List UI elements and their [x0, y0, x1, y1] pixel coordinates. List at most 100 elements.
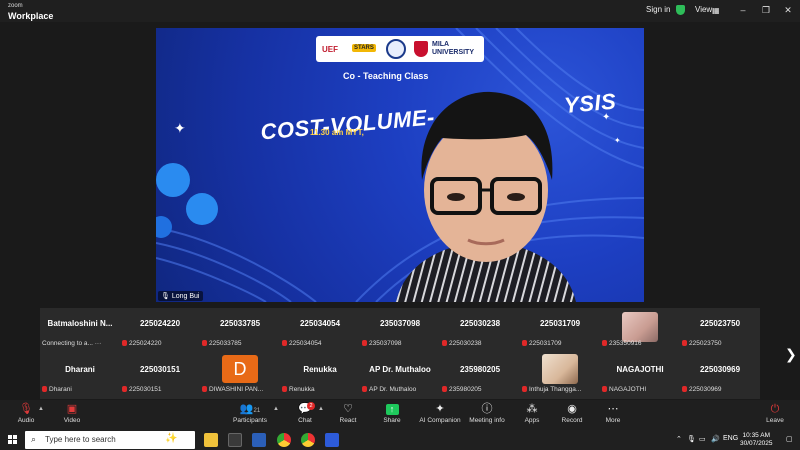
- participant-label: 235350916: [602, 340, 680, 347]
- word-icon[interactable]: [252, 433, 266, 447]
- participant-label-text: 225030151: [129, 386, 162, 393]
- participant-name: 235037098: [379, 319, 421, 328]
- participant-label: 225033785: [202, 340, 280, 347]
- participants-icon: 👥21: [239, 403, 261, 415]
- participant-label-text: Inthuja Thangga...: [529, 386, 582, 393]
- meeting-controls: 🎙 Audio ▲ ▣ Video 👥21 Participants ▲ 💬 C…: [0, 400, 800, 430]
- participant-name: Dharani: [65, 365, 95, 374]
- tray-network-icon[interactable]: ▭: [699, 435, 706, 443]
- ai-companion-button[interactable]: ✦ AI Companion: [415, 402, 465, 430]
- participant-label-text: 225024220: [129, 340, 162, 347]
- participant-label: NAGAJOTHI: [602, 386, 680, 393]
- chrome-icon[interactable]: [277, 433, 291, 447]
- tray-speaker-icon[interactable]: 🔊: [711, 435, 720, 443]
- muted-mic-icon: [282, 340, 287, 346]
- search-highlight-icon: ✨: [165, 433, 178, 444]
- participant-avatar-letter: D: [222, 355, 258, 383]
- gallery-next-page-button[interactable]: ❯: [785, 346, 797, 363]
- participant-label: 225024220: [122, 340, 200, 347]
- audio-options-caret[interactable]: ▲: [38, 406, 44, 412]
- participant-tile[interactable]: 235037098 235037098: [360, 308, 440, 352]
- muted-mic-icon: [602, 386, 607, 392]
- security-shield-icon[interactable]: [676, 5, 685, 15]
- participant-tile[interactable]: 225023750 225023750: [680, 308, 760, 352]
- main-video[interactable]: ✦ ✦ ✦ UEF STARS MILA UNIVERSITY Co - Tea…: [156, 28, 644, 302]
- participant-label-text: 225033785: [209, 340, 242, 347]
- participant-tile[interactable]: 225033785 225033785: [200, 308, 280, 352]
- participant-label-text: 235980205: [449, 386, 482, 393]
- tray-mic-icon[interactable]: 🎙: [687, 435, 696, 443]
- participant-name: Renukka: [303, 365, 337, 374]
- participant-name: AP Dr. Muthaloo: [369, 365, 431, 374]
- participant-name: 225030969: [699, 365, 741, 374]
- zoom-app-icon[interactable]: [325, 433, 339, 447]
- participant-name: 225023750: [699, 319, 741, 328]
- muted-mic-icon: [442, 340, 447, 346]
- grid-view-icon[interactable]: ▦: [712, 6, 720, 15]
- participant-tile[interactable]: NAGAJOTHI NAGAJOTHI: [600, 354, 680, 398]
- participant-tile[interactable]: 225024220 225024220: [120, 308, 200, 352]
- participant-tile[interactable]: 225030151 225030151: [120, 354, 200, 398]
- participant-tile[interactable]: D DIWASHINI PAN...: [200, 354, 280, 398]
- participant-label-text: 235037098: [369, 340, 402, 347]
- title-bar: zoom Workplace Sign in View ▦ – ❐ ✕: [0, 0, 800, 22]
- more-button[interactable]: ⋯ More: [588, 402, 638, 430]
- chrome-icon[interactable]: [301, 433, 315, 447]
- leave-button[interactable]: ⏻ Leave: [750, 402, 800, 430]
- participant-label: AP Dr. Muthaloo: [362, 386, 440, 393]
- muted-mic-icon: [362, 386, 367, 392]
- store-icon[interactable]: [228, 433, 242, 447]
- participant-label: DIWASHINI PAN...: [202, 386, 280, 393]
- close-window-button[interactable]: ✕: [779, 3, 797, 17]
- view-button[interactable]: View: [695, 5, 712, 14]
- file-explorer-icon[interactable]: [204, 433, 218, 447]
- search-icon: ⌕: [31, 434, 37, 444]
- participant-tile[interactable]: 225030969 225030969: [680, 354, 760, 398]
- maximize-button[interactable]: ❐: [757, 3, 775, 17]
- audio-label: Audio: [17, 417, 35, 424]
- participant-tile[interactable]: 235350916: [600, 308, 680, 352]
- more-label: More: [605, 417, 621, 424]
- participants-count: 21: [253, 408, 261, 414]
- video-button[interactable]: ▣ Video: [47, 402, 97, 430]
- windows-start-icon[interactable]: [8, 435, 18, 445]
- participant-tile[interactable]: 225034054 225034054: [280, 308, 360, 352]
- taskbar-search[interactable]: ⌕ Type here to search ✨: [25, 431, 195, 449]
- participant-gallery: Batmaloshini N... Connecting to a... ···…: [40, 308, 760, 399]
- tray-clock[interactable]: 10:35 AM 30/07/2025: [740, 432, 773, 448]
- notification-icon[interactable]: ▢: [786, 435, 793, 443]
- participant-tile[interactable]: AP Dr. Muthaloo AP Dr. Muthaloo: [360, 354, 440, 398]
- tray-language[interactable]: ENG: [723, 435, 738, 442]
- participant-label: 225030238: [442, 340, 520, 347]
- participants-button[interactable]: 👥21 Participants: [225, 402, 275, 430]
- tray-overflow-icon[interactable]: ⌃: [676, 435, 682, 443]
- participant-tile[interactable]: 225030238 225030238: [440, 308, 520, 352]
- participant-tile[interactable]: 225031709 225031709: [520, 308, 600, 352]
- app-logo: zoom Workplace: [8, 2, 53, 21]
- participant-tile[interactable]: Batmaloshini N... Connecting to a... ···: [40, 308, 120, 352]
- meeting-info-button[interactable]: ⓘ Meeting info: [462, 402, 512, 430]
- participant-label-text: Dharani: [49, 386, 72, 393]
- participant-label-text: 225031709: [529, 340, 562, 347]
- chat-badge: 2: [307, 402, 315, 410]
- participant-tile[interactable]: Renukka Renukka: [280, 354, 360, 398]
- sign-in-button[interactable]: Sign in: [646, 5, 670, 14]
- muted-mic-icon: [122, 340, 127, 346]
- participant-label: 235037098: [362, 340, 440, 347]
- minimize-button[interactable]: –: [734, 3, 752, 17]
- mila-logo-line1: MILA: [432, 41, 450, 48]
- participant-photo: [542, 354, 578, 384]
- heart-icon: ♡: [343, 403, 353, 415]
- participant-tile[interactable]: Inthuja Thangga...: [520, 354, 600, 398]
- participant-tile[interactable]: Dharani Dharani: [40, 354, 120, 398]
- participant-tile[interactable]: 235980205 235980205: [440, 354, 520, 398]
- ai-sparkle-icon: ✦: [435, 403, 445, 415]
- participant-name: Batmaloshini N...: [47, 319, 113, 328]
- participants-options-caret[interactable]: ▲: [273, 406, 279, 412]
- participant-name: 225031709: [539, 319, 581, 328]
- muted-mic-icon: [682, 386, 687, 392]
- clock-date: 30/07/2025: [740, 440, 773, 447]
- muted-mic-icon: [522, 340, 527, 346]
- share-button[interactable]: ↑ Share: [367, 402, 417, 430]
- react-button[interactable]: ♡ React: [323, 402, 373, 430]
